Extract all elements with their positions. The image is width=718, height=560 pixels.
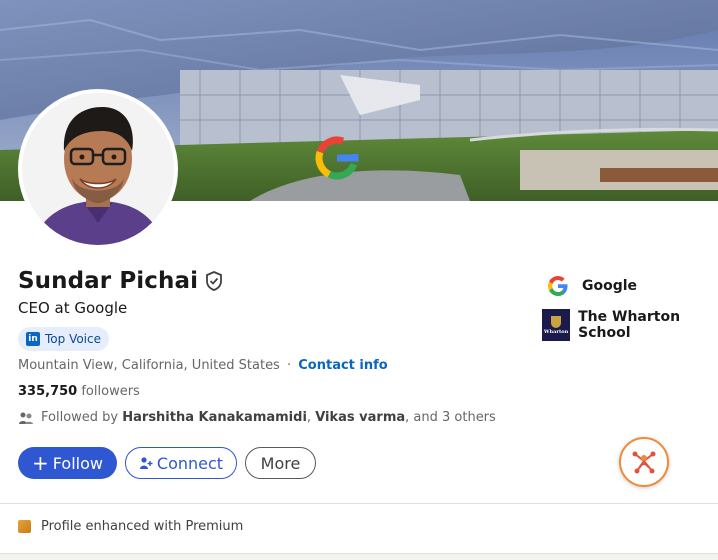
avatar-portrait [22, 93, 174, 245]
mutual-name-1[interactable]: Harshitha Kanakamamidi [122, 410, 307, 425]
connect-label: Connect [156, 453, 224, 473]
section-divider [0, 503, 718, 504]
name-row: Sundar Pichai [18, 268, 224, 294]
contact-info-link[interactable]: Contact info [298, 358, 387, 373]
profile-photo[interactable] [18, 89, 178, 249]
mutual-connections[interactable]: Followed by Harshitha Kanakamamidi, Vika… [18, 410, 496, 425]
verified-shield-icon[interactable] [204, 270, 224, 292]
location-row: Mountain View, California, United States… [18, 358, 388, 373]
page-background-strip [0, 553, 718, 560]
company-name-google: Google [582, 278, 638, 294]
location-separator: · [286, 358, 292, 373]
company-name-wharton: The Wharton School [578, 309, 681, 341]
follow-label: Follow [52, 453, 103, 473]
premium-row[interactable]: Profile enhanced with Premium [18, 519, 243, 534]
profile-headline: CEO at Google [18, 299, 128, 317]
linkedin-icon: in [26, 332, 40, 346]
company-item-wharton[interactable]: Wharton The Wharton School [542, 309, 718, 341]
company-item-google[interactable]: Google [542, 270, 637, 302]
google-logo-icon [542, 270, 574, 302]
more-button[interactable]: More [245, 447, 316, 479]
plus-icon: + [32, 451, 49, 475]
wharton-logo-icon: Wharton [542, 309, 571, 341]
mutual-name-2[interactable]: Vikas varma [315, 410, 405, 425]
top-voice-label: Top Voice [45, 332, 101, 346]
premium-icon [18, 520, 31, 533]
premium-label: Profile enhanced with Premium [41, 519, 244, 534]
mutual-separator: , [306, 410, 312, 425]
followers-number: 335,750 [18, 384, 78, 399]
followers-label: followers [81, 384, 140, 399]
followers-count: 335,750 followers [18, 384, 140, 399]
location-text: Mountain View, California, United States [18, 358, 280, 373]
more-label: More [260, 453, 301, 473]
followed-by-suffix: , and 3 others [405, 410, 496, 425]
add-person-icon [139, 456, 153, 470]
connect-button[interactable]: Connect [125, 447, 237, 479]
follow-button[interactable]: + Follow [18, 447, 117, 479]
top-voice-badge[interactable]: in Top Voice [18, 327, 109, 351]
floating-assistant-button[interactable] [619, 437, 669, 487]
network-icon [632, 451, 656, 474]
profile-name: Sundar Pichai [18, 268, 199, 294]
people-icon [18, 411, 34, 425]
followed-by-prefix: Followed by [41, 410, 119, 425]
